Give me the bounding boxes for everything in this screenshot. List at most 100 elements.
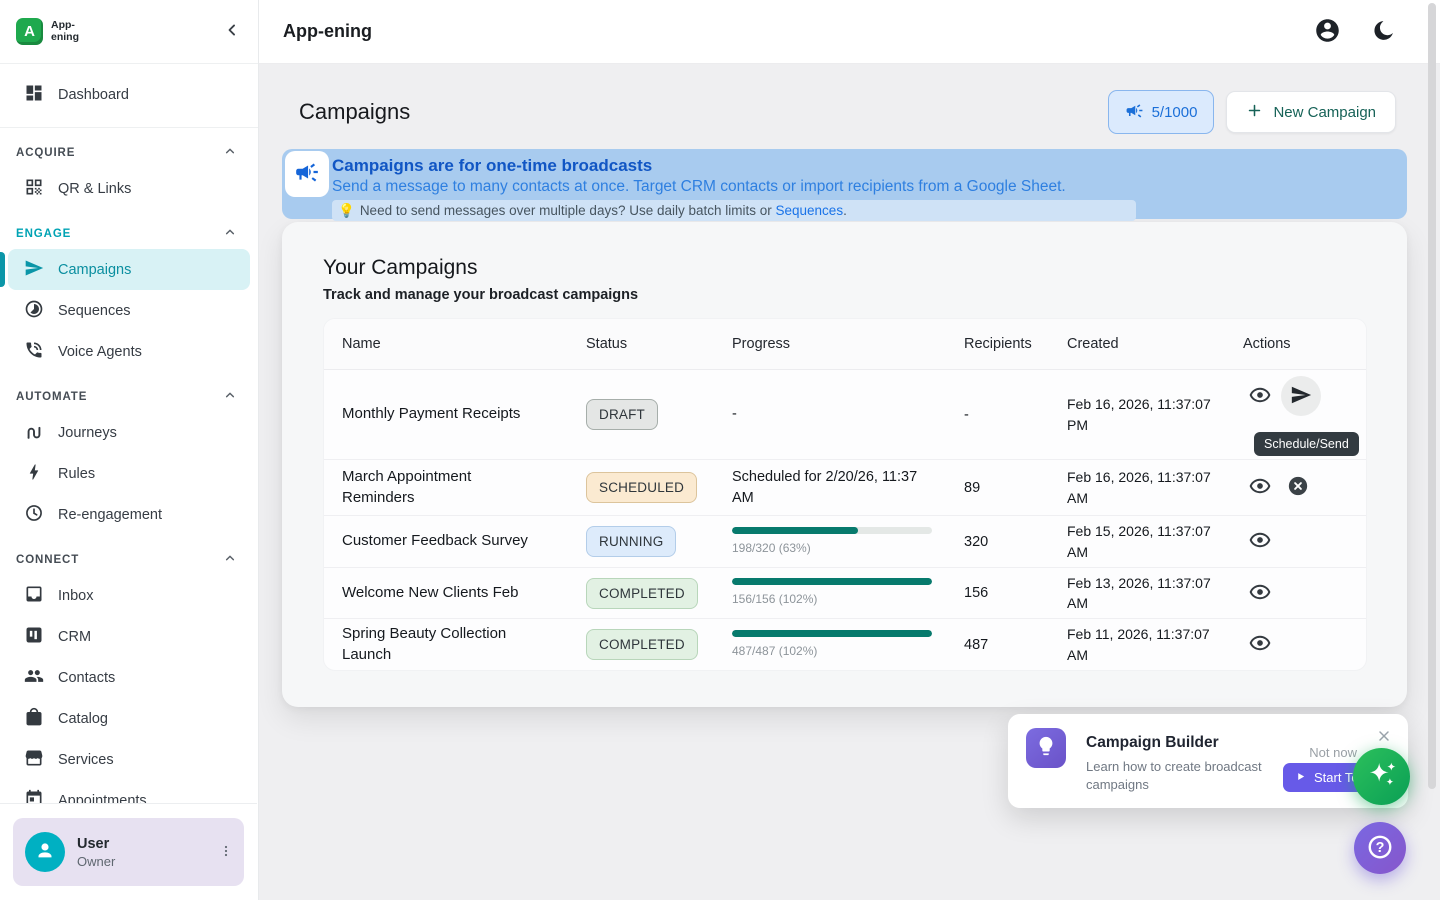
sidebar-item-catalog[interactable]: Catalog xyxy=(8,698,250,739)
chevron-left-icon xyxy=(222,20,242,43)
sidebar-item-voice-agents[interactable]: Voice Agents xyxy=(8,331,250,372)
not-now-button[interactable]: Not now xyxy=(1309,745,1357,760)
column-header-recipients: Recipients xyxy=(964,336,1067,352)
chevron-up-icon xyxy=(222,224,238,243)
avatar xyxy=(25,832,65,872)
close-icon xyxy=(1376,728,1392,747)
page-title: Campaigns xyxy=(299,99,410,125)
sidebar-item-crm[interactable]: CRM xyxy=(8,616,250,657)
sidebar-item-services[interactable]: Services xyxy=(8,739,250,780)
status-badge: COMPLETED xyxy=(586,629,698,660)
view-campaign-button[interactable] xyxy=(1243,471,1277,505)
progress-bar xyxy=(732,578,932,585)
storefront-icon xyxy=(24,748,44,772)
dark-mode-toggle[interactable] xyxy=(1369,16,1398,48)
campaign-name: Welcome New Clients Feb xyxy=(342,583,586,603)
sidebar-item-rules[interactable]: Rules xyxy=(8,453,250,494)
sidebar-collapse-button[interactable] xyxy=(220,18,244,45)
recipients-cell: - xyxy=(964,407,1067,423)
kebab-menu-icon xyxy=(218,843,234,862)
sidebar-item-journeys[interactable]: Journeys xyxy=(8,412,250,453)
sequences-link[interactable]: Sequences xyxy=(776,203,844,218)
ai-assistant-fab[interactable] xyxy=(1353,748,1410,805)
progress-cell: - xyxy=(732,404,964,424)
help-fab[interactable]: ? xyxy=(1354,822,1406,874)
svg-text:?: ? xyxy=(1376,840,1385,856)
sidebar-item-label: QR & Links xyxy=(58,181,131,197)
campaigns-table: Name Status Progress Recipients Created … xyxy=(323,318,1367,671)
user-menu-button[interactable] xyxy=(216,841,236,864)
app-title: App-ening xyxy=(283,21,372,42)
new-campaign-button[interactable]: New Campaign xyxy=(1226,91,1396,133)
megaphone-icon xyxy=(294,159,320,190)
actions-cell xyxy=(1243,525,1366,559)
actions-cell xyxy=(1243,471,1366,505)
progress-cell: 487/487 (102%) xyxy=(732,630,964,660)
sidebar-item-label: Rules xyxy=(58,466,95,482)
account-button[interactable] xyxy=(1312,15,1343,49)
campaign-name: Customer Feedback Survey xyxy=(342,531,586,551)
column-header-progress: Progress xyxy=(732,336,964,352)
inbox-icon xyxy=(24,584,44,608)
sidebar-item-label: Contacts xyxy=(58,670,115,686)
topbar-actions xyxy=(1312,15,1398,49)
cancel-campaign-button[interactable] xyxy=(1281,471,1315,505)
lightbulb-emoji: 💡 xyxy=(338,203,355,219)
view-campaign-button[interactable] xyxy=(1243,628,1277,662)
view-campaign-button[interactable] xyxy=(1243,576,1277,610)
banner-icon-box xyxy=(285,151,329,197)
sidebar-item-campaigns[interactable]: Campaigns xyxy=(8,249,250,290)
sidebar-item-label: Journeys xyxy=(58,425,117,441)
chevron-up-icon xyxy=(222,387,238,406)
view-campaign-button[interactable] xyxy=(1243,525,1277,559)
popup-close-button[interactable] xyxy=(1374,726,1394,749)
user-meta: User Owner xyxy=(77,836,204,869)
created-cell: Feb 16, 2026, 11:37:07 AM xyxy=(1067,467,1243,508)
user-card[interactable]: User Owner xyxy=(13,818,244,886)
banner-body: Campaigns are for one-time broadcasts Se… xyxy=(282,149,1407,221)
sidebar-footer: User Owner xyxy=(0,803,257,900)
table-row: Customer Feedback Survey RUNNING 198/320… xyxy=(324,516,1366,568)
megaphone-icon xyxy=(1125,101,1144,124)
topbar: App-ening xyxy=(259,0,1440,64)
cancel-circle-icon xyxy=(1287,475,1309,500)
sidebar-item-label: Sequences xyxy=(58,303,131,319)
campaign-name: March Appointment Reminders xyxy=(342,467,586,508)
view-campaign-button[interactable] xyxy=(1243,379,1277,413)
table-row: Welcome New Clients Feb COMPLETED 156/15… xyxy=(324,568,1366,619)
sidebar-item-label: Inbox xyxy=(58,588,93,604)
section-subtitle: Track and manage your broadcast campaign… xyxy=(323,287,1367,303)
progress-label: 156/156 (102%) xyxy=(732,591,936,608)
user-role: Owner xyxy=(77,854,204,869)
recipients-cell: 89 xyxy=(964,480,1067,496)
scrollbar-thumb[interactable] xyxy=(1428,3,1436,789)
created-cell: Feb 16, 2026, 11:37:07 PM xyxy=(1067,394,1243,435)
dashboard-icon xyxy=(24,83,44,107)
schedule-send-button[interactable] xyxy=(1281,376,1321,416)
logo-text: App-ening xyxy=(51,20,79,44)
campaign-quota-badge[interactable]: 5/1000 xyxy=(1108,90,1215,134)
status-badge: COMPLETED xyxy=(586,578,698,609)
sidebar-item-dashboard[interactable]: Dashboard xyxy=(8,74,250,115)
sidebar-item-label: Catalog xyxy=(58,711,108,727)
progress-label: 487/487 (102%) xyxy=(732,643,936,660)
sidebar-item-inbox[interactable]: Inbox xyxy=(8,575,250,616)
sidebar-section-automate[interactable]: AUTOMATE xyxy=(8,387,250,406)
phone-in-talk-icon xyxy=(24,340,44,364)
popup-subtitle: Learn how to create broadcast campaigns xyxy=(1086,758,1264,795)
sidebar-item-qr-links[interactable]: QR & Links xyxy=(8,168,250,209)
sidebar-nav: Dashboard ACQUIRE QR & Links ENGAGE Camp… xyxy=(0,64,258,821)
campaign-builder-popup: Campaign Builder Learn how to create bro… xyxy=(1008,714,1408,808)
banner-subtitle: Send a message to many contacts at once.… xyxy=(332,177,1407,198)
app-logo[interactable]: A App-ening xyxy=(16,18,79,45)
sidebar-item-reengagement[interactable]: Re-engagement xyxy=(8,494,250,535)
sidebar-section-acquire[interactable]: ACQUIRE xyxy=(8,143,250,162)
sidebar-item-contacts[interactable]: Contacts xyxy=(8,657,250,698)
campaign-name: Monthly Payment Receipts xyxy=(342,404,586,424)
sidebar-section-engage[interactable]: ENGAGE xyxy=(8,224,250,243)
timelapse-icon xyxy=(24,299,44,323)
sidebar-item-sequences[interactable]: Sequences xyxy=(8,290,250,331)
sidebar-item-label: Re-engagement xyxy=(58,507,162,523)
sidebar-section-connect[interactable]: CONNECT xyxy=(8,550,250,569)
shopping-bag-icon xyxy=(24,707,44,731)
